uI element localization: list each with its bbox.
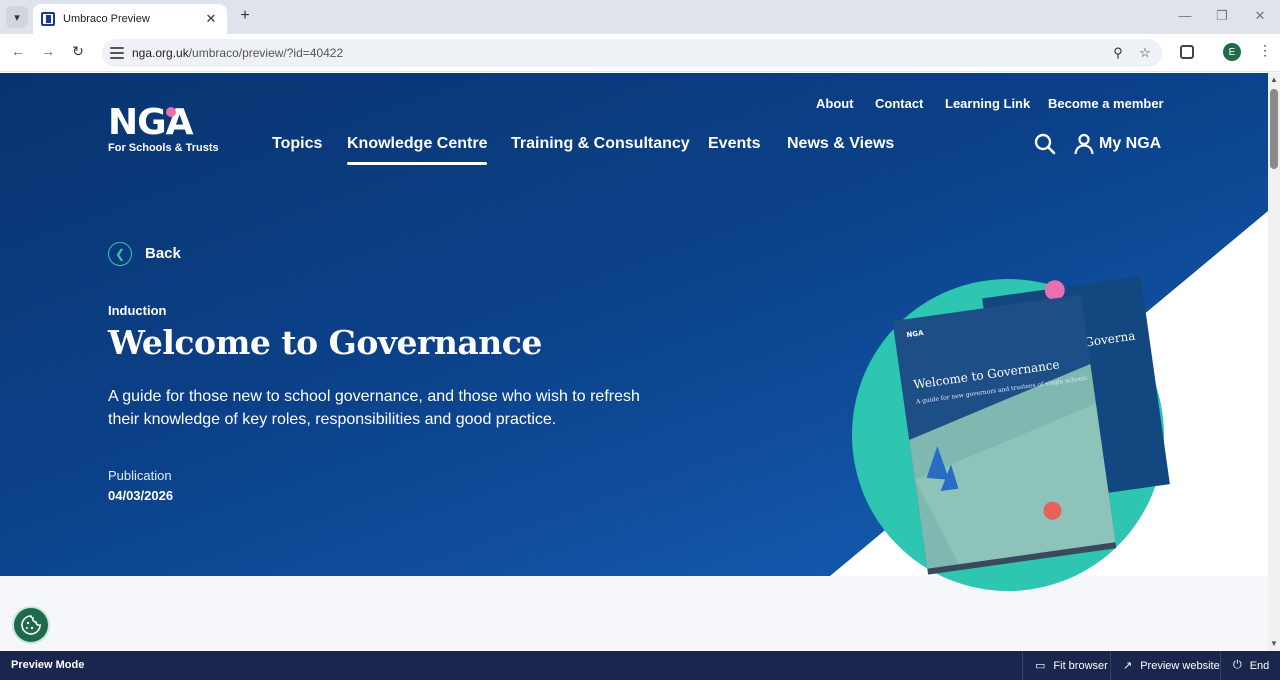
nav-news-views[interactable]: News & Views	[787, 135, 894, 153]
scroll-up-icon[interactable]: ▲	[1270, 75, 1278, 84]
scroll-thumb[interactable]	[1270, 89, 1278, 169]
nav-events[interactable]: Events	[708, 135, 760, 153]
close-tab-icon[interactable]: ✕	[203, 11, 219, 27]
site-settings-icon[interactable]	[110, 47, 124, 59]
nav-knowledge-centre[interactable]: Knowledge Centre	[347, 135, 488, 165]
publication-cover-image: Governa NGA Welcome to Governance A guid…	[892, 276, 1170, 575]
logo-mark: NGA	[108, 102, 194, 143]
extensions-icon[interactable]	[1180, 45, 1194, 59]
back-chevron-icon[interactable]: ❮	[108, 242, 132, 266]
nav-about[interactable]: About	[816, 96, 854, 111]
page-viewport: NGA For Schools & Trusts About Contact L…	[0, 73, 1268, 651]
page-description: A guide for those new to school governan…	[108, 388, 640, 428]
page-title: Welcome to Governance	[108, 323, 542, 362]
profile-avatar[interactable]: E	[1223, 43, 1241, 61]
browser-tab-bar: ▾ Umbraco Preview ✕ + — ❐ ✕	[0, 0, 1280, 34]
url-text: nga.org.uk/umbraco/preview/?id=40422	[132, 46, 344, 60]
new-tab-icon[interactable]: +	[236, 7, 254, 25]
browser-menu-icon[interactable]: ⋮	[1258, 42, 1272, 59]
nav-contact[interactable]: Contact	[875, 96, 923, 111]
user-icon[interactable]	[1073, 133, 1095, 155]
end-preview-button[interactable]: ⏻ End	[1220, 651, 1280, 680]
zoom-icon[interactable]: ⚲	[1110, 45, 1126, 61]
address-bar[interactable]: nga.org.uk/umbraco/preview/?id=40422 ⚲ ☆	[102, 39, 1162, 67]
browser-toolbar: ← → ↻ nga.org.uk/umbraco/preview/?id=404…	[0, 34, 1280, 72]
cookie-settings-button[interactable]	[12, 606, 50, 644]
close-window-icon[interactable]: ✕	[1250, 8, 1270, 24]
search-icon[interactable]	[1034, 133, 1056, 155]
nav-become-member[interactable]: Become a member	[1048, 96, 1164, 111]
reload-icon[interactable]: ↻	[68, 43, 88, 60]
cookie-icon	[21, 615, 41, 635]
tab-search-chevron-icon[interactable]: ▾	[6, 6, 28, 28]
publication-date: 04/03/2026	[108, 488, 174, 503]
my-nga-link[interactable]: My NGA	[1099, 135, 1161, 153]
fit-browser-label: Fit browser	[1053, 659, 1108, 672]
nav-training-consultancy[interactable]: Training & Consultancy	[511, 135, 690, 153]
preview-mode-label: Preview Mode	[11, 659, 85, 671]
page-scrollbar[interactable]: ▲ ▼	[1268, 73, 1280, 651]
monitor-icon: ▭	[1035, 660, 1046, 672]
logo-subtitle: For Schools & Trusts	[108, 142, 219, 154]
nav-learning-link[interactable]: Learning Link	[945, 96, 1030, 111]
tab-title: Umbraco Preview	[63, 13, 150, 25]
back-arrow-icon[interactable]: ←	[8, 43, 28, 59]
minimize-icon[interactable]: —	[1175, 8, 1195, 23]
back-link[interactable]: Back	[145, 245, 181, 262]
preview-bar: Preview Mode ▭ Fit browser ↗ Preview web…	[0, 651, 1280, 680]
publication-label: Publication	[108, 468, 172, 483]
nav-topics[interactable]: Topics	[272, 135, 322, 153]
preview-website-label: Preview website	[1140, 659, 1220, 672]
restore-icon[interactable]: ❐	[1212, 8, 1232, 24]
browser-tab[interactable]: Umbraco Preview ✕	[33, 4, 227, 34]
nga-logo[interactable]: NGA For Schools & Trusts	[108, 102, 226, 156]
category-label: Induction	[108, 303, 167, 318]
end-label: End	[1249, 659, 1270, 672]
bookmark-star-icon[interactable]: ☆	[1137, 45, 1153, 61]
power-icon: ⏻	[1233, 659, 1242, 671]
logo-dot	[166, 107, 176, 117]
forward-arrow-icon[interactable]: →	[38, 43, 58, 59]
fit-browser-button[interactable]: ▭ Fit browser	[1022, 651, 1120, 680]
external-link-icon: ↗	[1123, 660, 1133, 672]
umbraco-favicon-icon	[41, 12, 55, 26]
scroll-down-icon[interactable]: ▼	[1270, 639, 1278, 648]
preview-website-button[interactable]: ↗ Preview website	[1110, 651, 1232, 680]
